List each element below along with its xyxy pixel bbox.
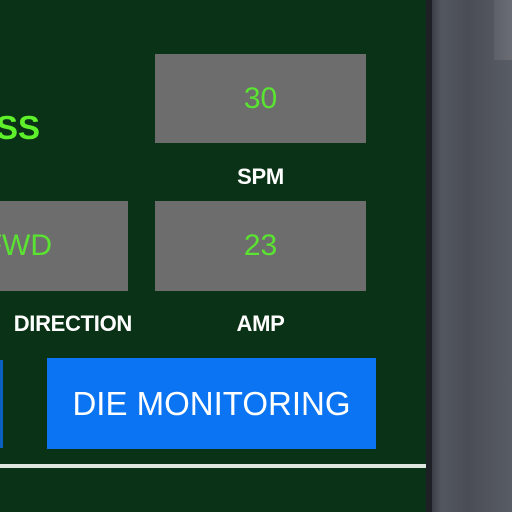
- amp-value-display: 23: [155, 201, 366, 291]
- device-bezel: [432, 0, 512, 512]
- hmi-screen: SS 30 SPM FWD DIRECTION 23 AMP DIE MONIT…: [0, 0, 512, 512]
- control-panel: SS 30 SPM FWD DIRECTION 23 AMP DIE MONIT…: [0, 0, 430, 512]
- direction-label: DIRECTION: [13, 311, 133, 336]
- amp-label: AMP: [236, 311, 285, 336]
- amp-value: 23: [243, 229, 278, 262]
- die-monitoring-button[interactable]: DIE MONITORING: [47, 358, 376, 449]
- direction-value-display: FWD: [0, 201, 128, 291]
- bezel-highlight: [494, 0, 512, 60]
- divider-line: [0, 464, 430, 468]
- partial-left-button[interactable]: [0, 360, 3, 448]
- spm-label: SPM: [237, 164, 284, 189]
- direction-value: FWD: [0, 229, 52, 262]
- die-monitoring-label: DIE MONITORING: [72, 384, 351, 422]
- spm-value-display: 30: [155, 54, 366, 143]
- status-text: SS: [0, 109, 40, 146]
- spm-value: 30: [243, 81, 278, 115]
